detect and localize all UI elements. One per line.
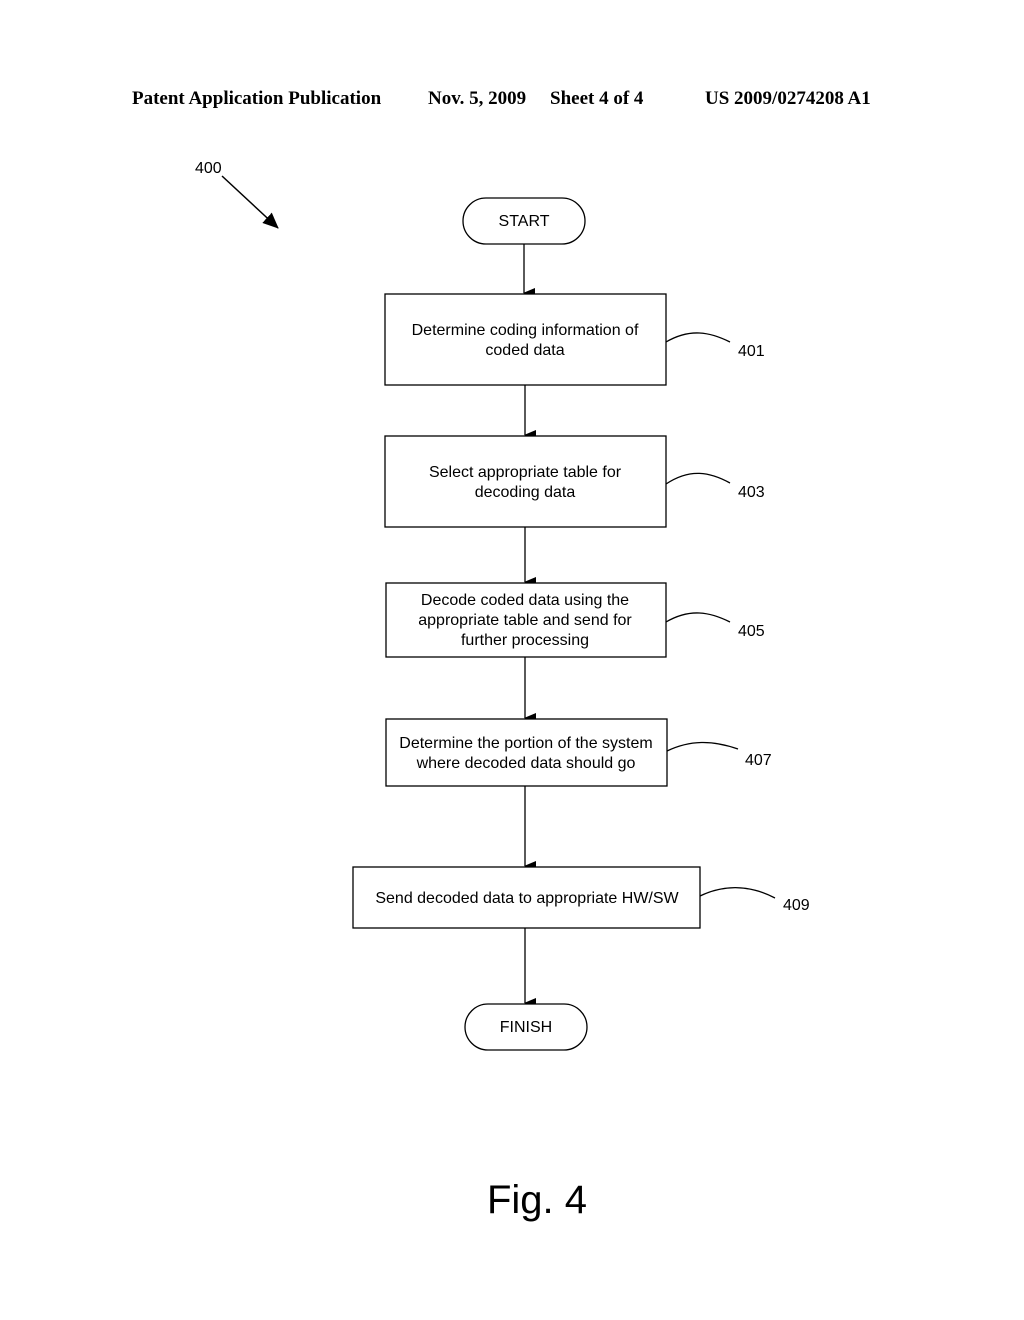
finish-label: FINISH xyxy=(500,1019,552,1036)
process-step-409: Send decoded data to appropriate HW/SW 4… xyxy=(352,866,810,929)
leader-line xyxy=(665,332,731,343)
step-text-line: Determine the portion of the system xyxy=(399,735,652,752)
leader-line xyxy=(665,612,731,623)
step-text-line: Determine coding information of xyxy=(412,322,639,339)
finish-terminal: FINISH xyxy=(464,1003,588,1051)
figure-ref-arrow xyxy=(221,175,279,229)
step-text-line: further processing xyxy=(461,632,589,649)
step-text-line: Send decoded data to appropriate HW/SW xyxy=(375,890,679,907)
leader-line xyxy=(699,886,776,899)
step-text-line: decoding data xyxy=(475,484,576,501)
step-text-line: where decoded data should go xyxy=(416,755,636,772)
step-ref-label: 407 xyxy=(745,752,772,769)
flowchart-diagram: 400 START Determine coding information o… xyxy=(195,160,810,1051)
process-step-401: Determine coding information of coded da… xyxy=(384,293,765,386)
step-ref-label: 401 xyxy=(738,343,765,360)
step-ref-label: 403 xyxy=(738,484,765,501)
leader-line xyxy=(666,741,739,752)
start-terminal: START xyxy=(462,197,586,245)
step-ref-label: 405 xyxy=(738,623,765,640)
process-step-405: Decode coded data using the appropriate … xyxy=(385,582,765,658)
process-step-403: Select appropriate table for decoding da… xyxy=(384,435,765,528)
leader-line xyxy=(665,472,731,485)
step-text-line: Decode coded data using the xyxy=(421,592,629,609)
step-ref-label: 409 xyxy=(783,897,810,914)
figure-caption: Fig. 4 xyxy=(486,1178,588,1222)
step-text-line: appropriate table and send for xyxy=(418,612,632,629)
step-text-line: Select appropriate table for xyxy=(429,464,622,481)
figure-ref-label: 400 xyxy=(195,160,222,177)
start-label: START xyxy=(499,213,550,230)
step-text-line: coded data xyxy=(485,342,564,359)
process-step-407: Determine the portion of the system wher… xyxy=(385,718,772,787)
